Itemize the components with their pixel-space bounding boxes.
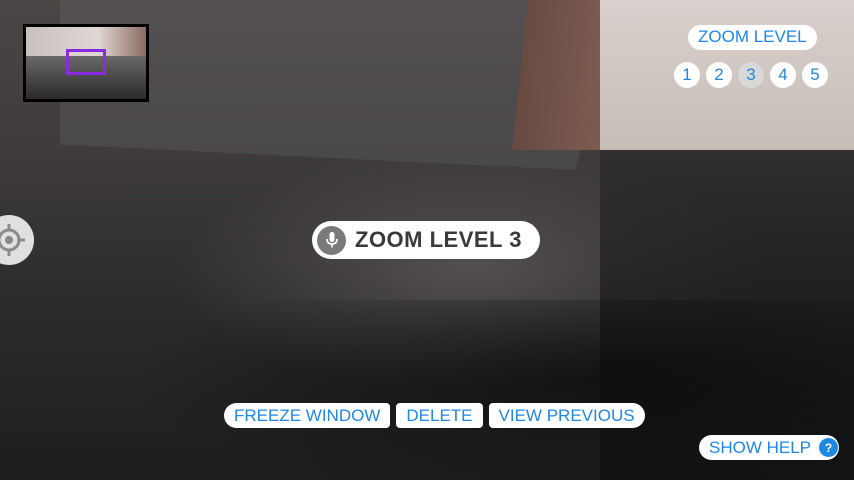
- status-text: ZOOM LEVEL 3: [355, 227, 522, 252]
- delete-button[interactable]: DELETE: [396, 403, 483, 428]
- zoom-level-5-button[interactable]: 5: [802, 62, 828, 88]
- crosshair-icon: [0, 224, 25, 256]
- minimap-viewport[interactable]: [66, 49, 106, 75]
- help-icon: ?: [819, 438, 839, 457]
- microphone-icon: [317, 225, 346, 255]
- view-previous-button[interactable]: VIEW PREVIOUS: [488, 403, 645, 428]
- freeze-window-button[interactable]: FREEZE WINDOW: [224, 403, 391, 428]
- zoom-level-4-button[interactable]: 4: [770, 62, 796, 88]
- zoom-level-selector: 1 2 3 4 5: [674, 62, 828, 88]
- action-bar: FREEZE WINDOW DELETE VIEW PREVIOUS: [224, 403, 645, 428]
- zoom-level-2-button[interactable]: 2: [706, 62, 732, 88]
- minimap[interactable]: [23, 24, 149, 102]
- voice-status-indicator: ZOOM LEVEL 3: [312, 221, 540, 259]
- zoom-level-1-button[interactable]: 1: [674, 62, 700, 88]
- show-help-button[interactable]: SHOW HELP ?: [699, 435, 839, 460]
- zoom-level-3-button[interactable]: 3: [738, 62, 764, 88]
- zoom-level-title: ZOOM LEVEL: [688, 25, 817, 50]
- show-help-label: SHOW HELP: [709, 437, 812, 457]
